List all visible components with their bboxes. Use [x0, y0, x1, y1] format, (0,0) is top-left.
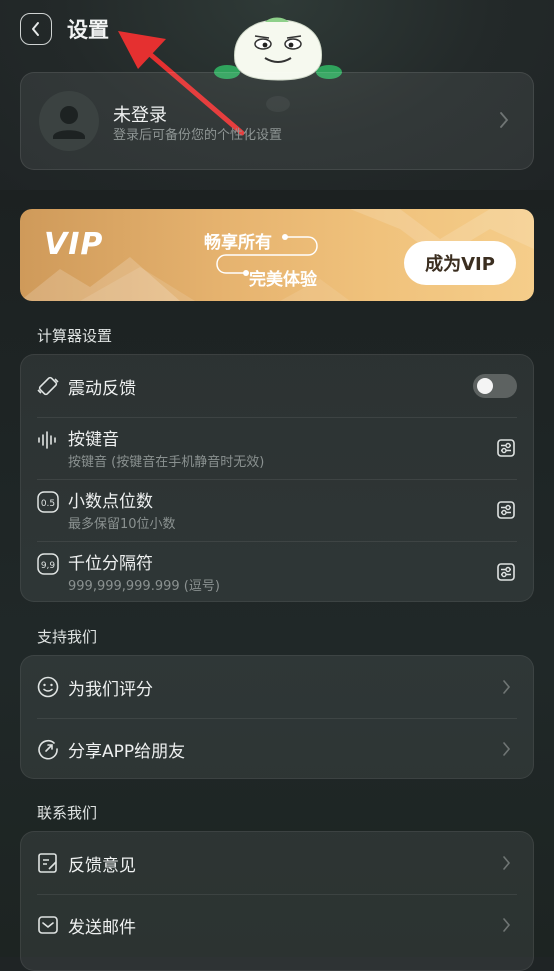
login-card[interactable]: 未登录 登录后可备份您的个性化设置	[20, 72, 534, 170]
vip-logo: VIP	[44, 227, 104, 262]
vip-banner[interactable]: VIP 畅享所有 完美体验 成为VIP	[20, 209, 534, 301]
sound-wave-icon	[38, 431, 56, 449]
email-row[interactable]: 发送邮件	[21, 894, 533, 956]
keysound-label: 按键音	[68, 430, 119, 450]
share-label: 分享APP给朋友	[68, 742, 186, 762]
feedback-label: 反馈意见	[68, 856, 136, 876]
decimals-sub: 最多保留10位小数	[68, 517, 176, 532]
contact-card: 反馈意见 发送邮件	[20, 831, 534, 971]
options-icon[interactable]	[497, 501, 515, 519]
toggle-knob	[477, 378, 493, 394]
separator-label: 千位分隔符	[68, 554, 153, 574]
chevron-right-icon	[503, 680, 511, 694]
vibration-toggle[interactable]	[473, 374, 517, 398]
avatar	[39, 91, 99, 151]
divider	[37, 718, 517, 719]
feedback-row[interactable]: 反馈意见	[21, 832, 533, 894]
thousands-separator-icon: 9,9	[37, 553, 59, 575]
decimal-icon: 0.5	[37, 491, 59, 513]
user-icon	[53, 106, 85, 139]
vibration-label: 震动反馈	[68, 379, 136, 399]
login-subtitle: 登录后可备份您的个性化设置	[113, 128, 283, 143]
page-title: 设置	[67, 18, 109, 42]
separator-icon-text: 9,9	[41, 561, 56, 571]
divider	[37, 894, 517, 895]
chevron-right-icon	[503, 918, 511, 932]
rate-label: 为我们评分	[68, 680, 153, 700]
mail-icon	[38, 916, 58, 934]
divider	[37, 479, 517, 480]
chevron-right-icon	[503, 856, 511, 870]
vip-slogan-line2: 完美体验	[249, 270, 317, 290]
section-title-support: 支持我们	[37, 628, 98, 646]
share-row[interactable]: 分享APP给朋友	[21, 718, 533, 780]
feedback-icon	[38, 853, 57, 873]
chevron-right-icon	[503, 742, 511, 756]
chevron-left-icon	[32, 22, 39, 36]
decimal-icon-text: 0.5	[41, 499, 55, 509]
options-icon[interactable]	[497, 563, 515, 581]
share-icon	[38, 739, 58, 760]
keysound-sub: 按键音 (按键音在手机静音时无效)	[68, 455, 265, 470]
keysound-row[interactable]: 按键音 按键音 (按键音在手机静音时无效)	[21, 417, 533, 479]
vip-slogan-line1: 畅享所有	[204, 233, 272, 253]
email-label: 发送邮件	[68, 918, 136, 938]
divider	[37, 541, 517, 542]
calculator-settings-card: 震动反馈 按键音 按键音 (按键音在手机静音时无效) 0.5 小数点位数 最多保…	[20, 354, 534, 602]
vibration-row[interactable]: 震动反馈	[21, 355, 533, 417]
section-title-calculator: 计算器设置	[37, 327, 113, 345]
back-button[interactable]	[20, 13, 52, 45]
section-title-contact: 联系我们	[37, 804, 98, 822]
rate-row[interactable]: 为我们评分	[21, 656, 533, 718]
decimals-label: 小数点位数	[68, 492, 153, 512]
separator-row[interactable]: 9,9 千位分隔符 999,999,999.999 (逗号)	[21, 541, 533, 603]
separator-sub: 999,999,999.999 (逗号)	[68, 579, 220, 594]
chevron-right-icon	[500, 112, 509, 128]
decimals-row[interactable]: 0.5 小数点位数 最多保留10位小数	[21, 479, 533, 541]
options-icon[interactable]	[497, 439, 515, 457]
smile-icon	[37, 676, 59, 698]
vibration-icon	[37, 376, 59, 396]
support-card: 为我们评分 分享APP给朋友	[20, 655, 534, 779]
become-vip-button[interactable]: 成为VIP	[404, 241, 516, 285]
divider	[37, 417, 517, 418]
